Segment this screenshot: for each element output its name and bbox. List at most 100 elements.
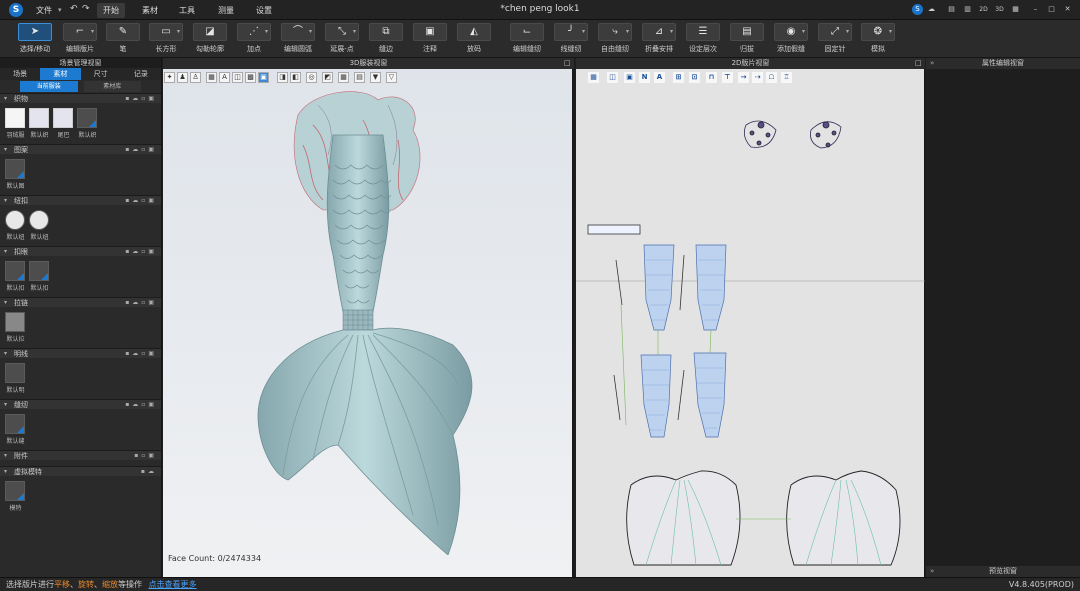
user-avatar-icon[interactable]: S	[912, 4, 923, 15]
list-item[interactable]: 默认拉	[5, 312, 26, 344]
section-zipper[interactable]: ▾ 拉链 ▪☁▫▣	[0, 297, 161, 307]
mesh-icon[interactable]: ▦	[206, 72, 217, 83]
maximize-icon[interactable]: □	[1046, 4, 1057, 15]
notation-icon[interactable]: N	[639, 72, 650, 83]
cube-icon[interactable]: ▣	[258, 72, 269, 83]
section-avatar[interactable]: ▾ 虚拟模特 ▪☁	[0, 466, 161, 476]
section-actions[interactable]: ▪☁▫▣	[125, 349, 157, 359]
subtab-current-garment[interactable]: 当前服装	[20, 81, 78, 92]
menu-measure[interactable]: 测量	[212, 3, 240, 18]
tool-edit-pattern[interactable]: ⌐ ▾ 编辑版片	[60, 23, 100, 57]
section-button[interactable]: ▾ 纽扣 ▪☁▫▣	[0, 195, 161, 205]
text-icon[interactable]: A	[654, 72, 665, 83]
list-item[interactable]: 羽绒服	[5, 108, 26, 140]
grid-icon[interactable]: ⊞	[673, 72, 684, 83]
maximize-view-icon[interactable]: □	[564, 59, 571, 67]
shading-icon[interactable]: ◧	[290, 72, 301, 83]
section-actions[interactable]: ▪☁▫▣	[125, 94, 157, 104]
tab-scene[interactable]: 场景	[0, 68, 40, 80]
section-actions[interactable]: ▪☁	[141, 467, 157, 477]
tool-seam-edge[interactable]: ⧉ 缝边	[366, 23, 406, 57]
section-actions[interactable]: ▪☁▫▣	[125, 247, 157, 257]
stress-map-icon[interactable]: ◎	[306, 72, 317, 83]
learn-more-link[interactable]: 点击查看更多	[149, 580, 197, 589]
section-actions[interactable]: ▪☁▫▣	[125, 298, 157, 308]
pattern-view-icon[interactable]: ▣	[624, 72, 635, 83]
arrow-icon[interactable]: ⇢	[752, 72, 763, 83]
section-actions[interactable]: ▪☁▫▣	[125, 145, 157, 155]
menu-tools[interactable]: 工具	[173, 3, 201, 18]
pattern-view-icon[interactable]: ▦	[588, 72, 599, 83]
grid-icon[interactable]: ⊡	[689, 72, 700, 83]
render-icon[interactable]: ▦	[338, 72, 349, 83]
tool-edit-sewing[interactable]: ⌙ 编辑缝纫	[507, 23, 547, 57]
pattern-icon[interactable]: ◫	[232, 72, 243, 83]
camera-icon[interactable]: ▽	[386, 72, 397, 83]
tool-edit-arc[interactable]: ⌒ ▾ 编辑圆弧	[278, 23, 318, 57]
tool-add-tack[interactable]: ◉ ▾ 添加假缝	[771, 23, 811, 57]
tool-simulate[interactable]: ❂ ▾ 模拟	[858, 23, 898, 57]
list-item[interactable]: 模特	[5, 481, 26, 513]
chevron-right-icon[interactable]: »	[930, 567, 934, 575]
list-item[interactable]: 尾巴	[53, 108, 74, 140]
tool-pin[interactable]: ⤢ ▾ 固定针	[815, 23, 855, 57]
subtab-library[interactable]: 素材库	[83, 81, 141, 92]
tool-extend-point[interactable]: ⤡ ▾ 延展-点	[322, 23, 362, 57]
tool-select-move[interactable]: ➤ 选择/移动	[13, 23, 57, 57]
tab-size[interactable]: 尺寸	[81, 68, 121, 80]
layout-3-icon[interactable]: ▦	[1010, 4, 1021, 15]
tab-material[interactable]: 素材	[40, 68, 81, 80]
list-item[interactable]: 默认织	[77, 108, 98, 140]
camera-icon[interactable]: ▤	[354, 72, 365, 83]
section-fabric[interactable]: ▾ 织物 ▪☁▫▣	[0, 93, 161, 103]
render-icon[interactable]: ◩	[322, 72, 333, 83]
list-item[interactable]: 默认纽	[5, 210, 26, 242]
redo-icon[interactable]: ↷	[82, 4, 90, 14]
shirt-icon[interactable]: ☖	[766, 72, 777, 83]
menu-start[interactable]: 开始	[97, 3, 125, 18]
avatar-display-icon[interactable]: ♟	[177, 72, 188, 83]
arrow-icon[interactable]: →	[738, 72, 749, 83]
mermaid-tail-3d-model[interactable]	[163, 85, 574, 555]
pattern-view-icon[interactable]: ◫	[607, 72, 618, 83]
avatar-display-icon[interactable]: ♙	[190, 72, 201, 83]
list-item[interactable]: 默认缝	[5, 414, 26, 446]
section-actions[interactable]: ▪☁▫▣	[125, 196, 157, 206]
undo-icon[interactable]: ↶	[70, 4, 78, 14]
tool-line-sewing[interactable]: ╯ ▾ 线缝纫	[551, 23, 591, 57]
app-logo[interactable]: S	[9, 3, 23, 17]
menu-file[interactable]: 文件	[30, 3, 58, 18]
list-item[interactable]: 默认扣	[5, 261, 26, 293]
cloud-icon[interactable]: ☁	[926, 4, 937, 15]
view-3d-icon[interactable]: 3D	[994, 4, 1005, 15]
section-accessory[interactable]: ▾ 附件 ▪▫▣	[0, 450, 161, 460]
tool-add-point[interactable]: ⋰ ▾ 加点	[234, 23, 274, 57]
garment-icon[interactable]: ⊓	[706, 72, 717, 83]
view-tool-icon[interactable]: ✦	[164, 72, 175, 83]
texture-icon[interactable]: ▩	[245, 72, 256, 83]
menu-settings[interactable]: 设置	[250, 3, 278, 18]
garment-icon[interactable]: ⊤	[722, 72, 733, 83]
tool-set-layer[interactable]: ☰ 设定层次	[683, 23, 723, 57]
menu-material[interactable]: 素材	[136, 3, 164, 18]
section-graphic[interactable]: ▾ 图案 ▪☁▫▣	[0, 144, 161, 154]
list-item[interactable]: 默认织	[29, 108, 50, 140]
shirt-icon[interactable]: ♖	[781, 72, 792, 83]
list-item[interactable]: 默认图	[5, 159, 26, 191]
tool-fold-arrange[interactable]: ⊿ ▾ 折叠安排	[639, 23, 679, 57]
list-item[interactable]: 默认扣	[29, 261, 50, 293]
tool-pen[interactable]: ✎ 笔	[103, 23, 143, 57]
tool-free-sewing[interactable]: ⤷ ▾ 自由缝纫	[595, 23, 635, 57]
camera-icon[interactable]: ▼	[370, 72, 381, 83]
pattern-icon[interactable]: A	[219, 72, 230, 83]
shading-icon[interactable]: ◨	[277, 72, 288, 83]
tab-history[interactable]: 记录	[121, 68, 161, 80]
layout-2-icon[interactable]: ▥	[962, 4, 973, 15]
section-buttonhole[interactable]: ▾ 扣眼 ▪☁▫▣	[0, 246, 161, 256]
section-actions[interactable]: ▪▫▣	[134, 451, 157, 461]
chevron-right-icon[interactable]: »	[930, 59, 934, 67]
layout-1-icon[interactable]: ▤	[946, 4, 957, 15]
section-actions[interactable]: ▪☁▫▣	[125, 400, 157, 410]
maximize-view-icon[interactable]: □	[915, 59, 922, 67]
minimize-icon[interactable]: –	[1030, 4, 1041, 15]
